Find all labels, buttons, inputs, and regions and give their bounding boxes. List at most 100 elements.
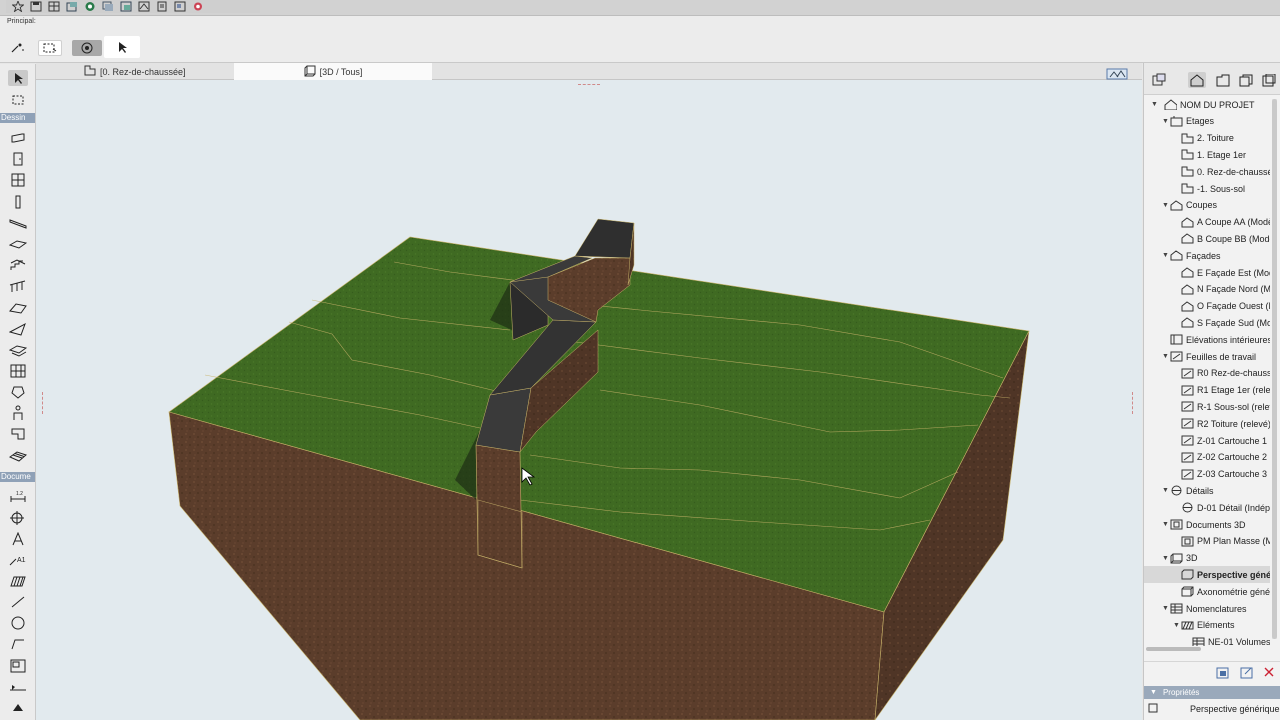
properties-header[interactable]: ▼ Propriétés — [1144, 686, 1280, 699]
marquee-tool-icon[interactable] — [8, 92, 28, 108]
organizer-icon[interactable] — [1150, 72, 1168, 88]
tree-item[interactable]: 1. Etage 1er — [1144, 146, 1270, 163]
layout-icon[interactable] — [174, 1, 186, 12]
chevron-down-icon[interactable]: ▼ — [1162, 521, 1169, 528]
tree-item[interactable]: 2. Toiture — [1144, 130, 1270, 147]
chevron-down-icon[interactable]: ▼ — [1162, 487, 1169, 494]
text-tool-icon[interactable] — [8, 531, 28, 547]
tree-item[interactable]: D-01 Détail (Indépendant) — [1144, 499, 1270, 516]
circle-tool-icon[interactable] — [8, 615, 28, 631]
tree-item[interactable]: -1. Sous-sol — [1144, 180, 1270, 197]
navigator-vertical-scrollbar[interactable] — [1272, 99, 1277, 639]
curtain-wall-tool-icon[interactable] — [8, 363, 28, 379]
tree-item[interactable]: ▼ Détails — [1144, 482, 1270, 499]
tree-item[interactable]: B Coupe BB (Modèle) — [1144, 230, 1270, 247]
layers-icon[interactable] — [102, 1, 114, 12]
tree-item[interactable]: Perspective générique — [1144, 566, 1270, 584]
tree-item[interactable]: R2 Toiture (relevé) — [1144, 415, 1270, 432]
tree-item[interactable]: Z-03 Cartouche 3 — [1144, 466, 1270, 483]
object-tool-icon[interactable] — [8, 405, 28, 421]
railing-tool-icon[interactable] — [8, 278, 28, 294]
tree-item[interactable]: 0. Rez-de-chaussée — [1144, 163, 1270, 180]
line-tool-icon[interactable] — [8, 594, 28, 610]
skylight-tool-icon[interactable] — [8, 342, 28, 358]
tree-item[interactable]: A Coupe AA (Modèle) — [1144, 214, 1270, 231]
tree-item[interactable]: ▼ Eléments — [1144, 617, 1270, 634]
tree-item[interactable]: ▼ Feuilles de travail — [1144, 348, 1270, 365]
new-view-icon[interactable] — [1216, 666, 1230, 682]
save-icon[interactable] — [30, 1, 42, 12]
tree-item[interactable]: NE-01 Volumes — [1144, 634, 1270, 646]
orbit-icon[interactable] — [72, 40, 102, 56]
fill-tool-icon[interactable] — [8, 573, 28, 589]
more-tools-icon[interactable] — [8, 700, 28, 716]
drawing-tool-icon[interactable] — [8, 658, 28, 674]
stair-tool-icon[interactable] — [8, 257, 28, 273]
tree-item[interactable]: R0 Rez-de-chaussée — [1144, 365, 1270, 382]
drawing-icon[interactable] — [138, 1, 150, 12]
chevron-down-icon[interactable]: ▼ — [1162, 252, 1169, 259]
tree-item[interactable]: PM Plan Masse (Modèle) — [1144, 533, 1270, 550]
3d-scene[interactable] — [36, 80, 1142, 720]
library-icon[interactable] — [66, 1, 78, 12]
save-view-icon[interactable] — [1240, 666, 1254, 682]
view-map-icon[interactable] — [1214, 72, 1232, 88]
project-map-icon[interactable] — [1188, 72, 1206, 88]
layout-book-icon[interactable] — [1237, 72, 1255, 88]
chevron-down-icon[interactable]: ▼ — [1162, 605, 1169, 612]
tree-item[interactable]: Z-01 Cartouche 1 — [1144, 432, 1270, 449]
tab-3d[interactable]: [3D / Tous] — [234, 63, 432, 80]
tree-item[interactable]: Axonométrie générique — [1144, 583, 1270, 600]
magic-wand-icon[interactable] — [8, 40, 28, 56]
tree-item[interactable]: ▼ NOM DU PROJET — [1144, 96, 1270, 113]
beam-tool-icon[interactable] — [8, 215, 28, 231]
mesh-tool-icon[interactable] — [8, 448, 28, 464]
tree-item[interactable]: R1 Etage 1er (relevé) — [1144, 382, 1270, 399]
section-tool-icon[interactable] — [8, 679, 28, 695]
slab-tool-icon[interactable] — [8, 236, 28, 252]
star-icon[interactable] — [12, 1, 24, 12]
3d-viewport[interactable] — [36, 80, 1142, 720]
window-icon[interactable] — [120, 1, 132, 12]
publisher-sets-icon[interactable] — [1260, 72, 1278, 88]
tree-item[interactable]: ▼ Etages — [1144, 113, 1270, 130]
bimcloud-icon[interactable] — [192, 1, 204, 12]
arrow-tool-icon[interactable] — [8, 70, 28, 86]
chevron-down-icon[interactable]: ▼ — [1162, 555, 1169, 562]
column-tool-icon[interactable] — [8, 194, 28, 210]
grid-view-icon[interactable] — [48, 1, 60, 12]
chevron-down-icon[interactable]: ▼ — [1162, 118, 1169, 125]
tree-item[interactable]: S Façade Sud (Modèle) — [1144, 314, 1270, 331]
tree-item[interactable]: ▼ Façades — [1144, 247, 1270, 264]
door-tool-icon[interactable] — [8, 151, 28, 167]
tree-item[interactable]: ▼ 3D — [1144, 550, 1270, 567]
morph-tool-icon[interactable] — [8, 384, 28, 400]
arrow-tool-icon[interactable] — [104, 36, 140, 58]
tree-item[interactable]: N Façade Nord (Modèle) — [1144, 281, 1270, 298]
chevron-down-icon[interactable]: ▼ — [1162, 353, 1169, 360]
tree-item[interactable]: R-1 Sous-sol (relevé) — [1144, 398, 1270, 415]
viewport-top-splitter[interactable] — [578, 84, 600, 86]
viewport-left-splitter[interactable] — [42, 392, 44, 414]
navigator-horizontal-scrollbar[interactable] — [1146, 647, 1266, 652]
tree-item[interactable]: Z-02 Cartouche 2 — [1144, 449, 1270, 466]
zone-tool-icon[interactable] — [8, 426, 28, 442]
tree-item[interactable]: ▼ Documents 3D — [1144, 516, 1270, 533]
scrollbar-thumb[interactable] — [1272, 99, 1277, 639]
tree-item[interactable]: Elévations intérieures — [1144, 331, 1270, 348]
marquee-icon[interactable] — [38, 40, 62, 56]
viewport-right-splitter[interactable] — [1132, 392, 1134, 414]
publish-icon[interactable] — [156, 1, 168, 12]
roof-tool-icon[interactable] — [8, 300, 28, 316]
chevron-down-icon[interactable]: ▼ — [1162, 202, 1169, 209]
tab-floor-plan[interactable]: [0. Rez-de-chaussée] — [84, 63, 186, 80]
tree-item[interactable]: E Façade Est (Modèle) — [1144, 264, 1270, 281]
polyline-tool-icon[interactable] — [8, 636, 28, 652]
tree-item[interactable]: ▼ Coupes — [1144, 197, 1270, 214]
tree-item[interactable]: ▼ Nomenclatures — [1144, 600, 1270, 617]
globe-icon[interactable] — [84, 1, 96, 12]
tree-item[interactable]: O Façade Ouest (Modèle) — [1144, 298, 1270, 315]
chevron-down-icon[interactable]: ▼ — [1173, 622, 1180, 629]
dimension-tool-icon[interactable]: 1.2 — [8, 488, 28, 504]
wall-tool-icon[interactable] — [8, 130, 28, 146]
